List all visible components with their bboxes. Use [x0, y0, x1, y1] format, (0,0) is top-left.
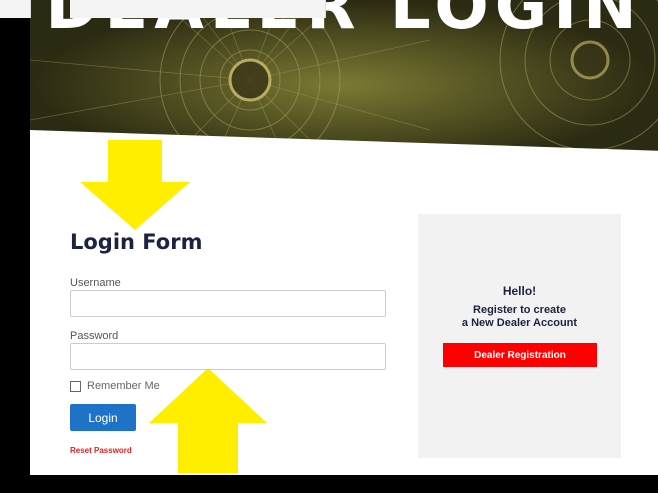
registration-hello: Hello! [502, 284, 537, 298]
login-button[interactable]: Login [70, 404, 136, 431]
dealer-registration-button[interactable]: Dealer Registration [443, 343, 597, 367]
remember-me-label: Remember Me [87, 380, 160, 392]
browser-strip-left [0, 0, 31, 18]
remember-me-row[interactable]: Remember Me [70, 380, 160, 392]
page: DEALER LOGIN Login Form Username Passwor… [0, 0, 658, 493]
password-input[interactable] [70, 343, 386, 370]
registration-line-2: a New Dealer Account [461, 317, 578, 329]
browser-strip-mid [70, 0, 326, 18]
registration-panel: Hello! Register to create a New Dealer A… [418, 214, 621, 458]
username-label: Username [70, 277, 121, 289]
down-arrow-annotation [80, 140, 190, 230]
registration-line-1: Register to create [473, 304, 566, 316]
username-input[interactable] [70, 290, 386, 317]
up-arrow-annotation [149, 368, 267, 473]
remember-me-checkbox[interactable] [70, 380, 81, 392]
login-form-title: Login Form [70, 230, 203, 254]
password-label: Password [70, 330, 119, 342]
reset-password-link[interactable]: Reset Password [70, 446, 132, 455]
